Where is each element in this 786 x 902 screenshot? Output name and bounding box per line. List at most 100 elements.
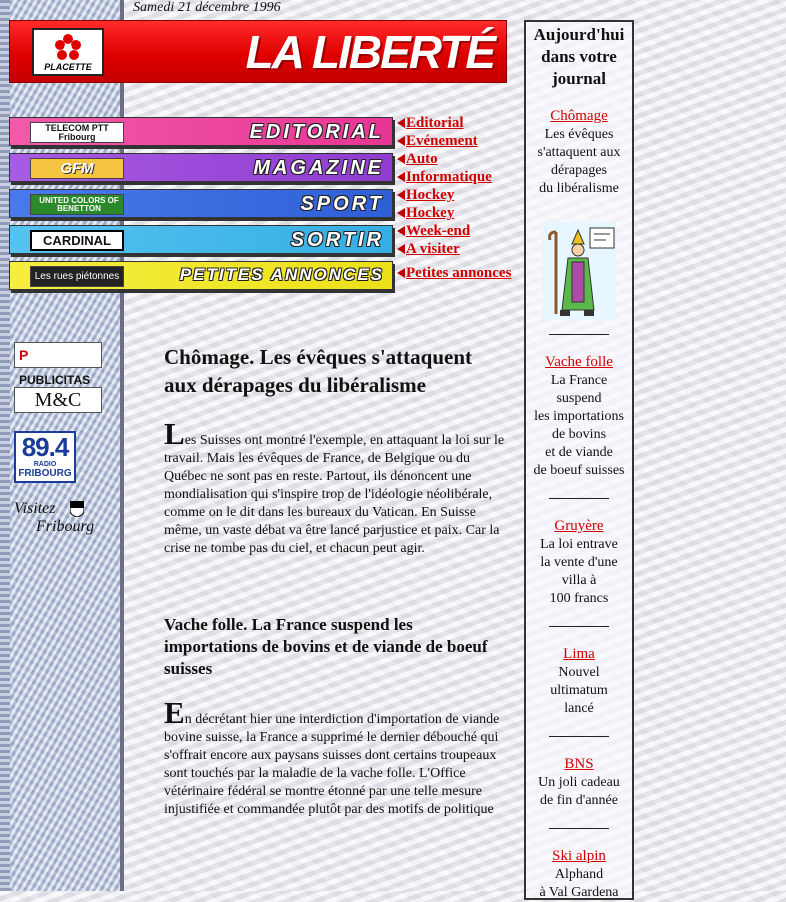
sidebar-line: Un joli cadeau bbox=[538, 775, 620, 790]
article-2-title[interactable]: Vache folle. La France suspend les impor… bbox=[164, 614, 508, 680]
cardinal-sponsor-logo[interactable]: CARDINAL bbox=[30, 230, 124, 251]
sidebar-line: villa à bbox=[561, 573, 597, 588]
sidebar-line: la vente d'une bbox=[540, 555, 618, 570]
section-links-magazine: Auto Informatique bbox=[397, 150, 492, 186]
link-editorial[interactable]: Editorial bbox=[406, 115, 464, 131]
section-petites-annonces: Les rues piétonnes PETITES ANNONCES Peti… bbox=[9, 258, 529, 294]
article-2-body: En décrétant hier une interdiction d'imp… bbox=[164, 697, 508, 819]
sidebar-item-chomage: Chômage Les évêques s'attaquent aux déra… bbox=[526, 107, 632, 198]
sidebar-line: Les évêques bbox=[544, 127, 614, 142]
gfm-sponsor-logo[interactable]: GFM bbox=[30, 158, 124, 179]
mc-logo[interactable]: M&C bbox=[14, 387, 102, 413]
sidebar-divider bbox=[549, 828, 609, 829]
article-2-dropcap: E bbox=[164, 695, 185, 730]
publicitas-label: PUBLICITAS bbox=[19, 373, 91, 387]
section-label-petites-annonces: PETITES ANNONCES bbox=[179, 265, 384, 284]
sidebar-line: ultimatum bbox=[550, 683, 608, 698]
link-hockey-1[interactable]: Hockey bbox=[406, 187, 454, 203]
main-content: Chômage. Les évêques s'attaquent aux dér… bbox=[164, 343, 508, 819]
article-1-title[interactable]: Chômage. Les évêques s'attaquent aux dér… bbox=[164, 343, 508, 399]
link-auto[interactable]: Auto bbox=[406, 151, 438, 167]
article-1-body: Les Suisses ont montré l'exemple, en att… bbox=[164, 418, 508, 558]
masthead-banner[interactable]: PLACETTE LA LIBERTÉ bbox=[9, 20, 507, 83]
fribourg-shield-icon bbox=[70, 501, 84, 517]
sidebar-divider bbox=[549, 736, 609, 737]
fribourg-label: Fribourg bbox=[36, 518, 95, 535]
radio-name: FRIBOURG bbox=[18, 468, 72, 479]
section-magazine: GFM MAGAZINE Auto Informatique bbox=[9, 150, 529, 186]
article-2-text: n décrétant hier une interdiction d'impo… bbox=[164, 712, 500, 817]
today-sidebar: Aujourd'hui dans votre journal Chômage L… bbox=[524, 20, 634, 900]
sidebar-line: Alphand bbox=[554, 867, 604, 882]
section-bar-sortir[interactable]: CARDINAL SORTIR bbox=[9, 225, 393, 254]
sidebar-line: La France bbox=[550, 373, 608, 388]
benetton-sponsor-logo[interactable]: UNITED COLORS OF BENETTON bbox=[30, 194, 124, 215]
sidebar-item-bns: BNS Un joli cadeau de fin d'année bbox=[526, 755, 632, 810]
section-bar-editorial[interactable]: TELECOM PTT Fribourg EDITORIAL bbox=[9, 117, 393, 146]
section-bar-petites-annonces[interactable]: Les rues piétonnes PETITES ANNONCES bbox=[9, 261, 393, 290]
visitez-fribourg-logo[interactable]: Visitez Fribourg bbox=[14, 500, 102, 540]
sidebar-title: Aujourd'hui dans votre journal bbox=[533, 25, 625, 88]
sidebar-divider bbox=[549, 334, 609, 335]
section-links-sport: Hockey Hockey bbox=[397, 186, 454, 222]
sidebar-item-gruyere: Gruyère La loi entrave la vente d'une vi… bbox=[526, 517, 632, 608]
radio-tag: RADIO bbox=[33, 461, 57, 468]
link-a-visiter[interactable]: A visiter bbox=[406, 241, 460, 257]
sidebar-link-lima[interactable]: Lima bbox=[563, 646, 595, 662]
sidebar-line: du libéralisme bbox=[539, 181, 619, 196]
placette-flower-icon bbox=[55, 34, 81, 60]
section-bar-sport[interactable]: UNITED COLORS OF BENETTON SPORT bbox=[9, 189, 393, 218]
link-week-end[interactable]: Week-end bbox=[406, 223, 470, 239]
article-1-text: es Suisses ont montré l'exemple, en atta… bbox=[164, 433, 505, 556]
rues-pietonnes-sponsor-logo[interactable]: Les rues piétonnes bbox=[30, 266, 124, 287]
sidebar-line: de fin d'année bbox=[540, 793, 618, 808]
sidebar-line: 100 francs bbox=[549, 591, 609, 606]
sidebar-line: La loi entrave bbox=[540, 537, 618, 552]
sidebar-divider bbox=[549, 626, 609, 627]
link-informatique[interactable]: Informatique bbox=[406, 169, 492, 185]
sidebar-link-vache-folle[interactable]: Vache folle bbox=[545, 354, 613, 370]
masthead-title: LA LIBERTÉ bbox=[245, 26, 496, 78]
radio-frequency: 89.4 bbox=[21, 432, 70, 462]
publicitas-p-icon: P bbox=[19, 347, 29, 363]
sidebar-line: à Val Gardena bbox=[539, 885, 619, 900]
sidebar-line: suspend bbox=[556, 391, 602, 406]
link-petites-annonces[interactable]: Petites annonces bbox=[406, 265, 511, 281]
sidebar-divider bbox=[549, 498, 609, 499]
sidebar-line: de boeuf suisses bbox=[533, 463, 625, 478]
sidebar-line: de bovins bbox=[551, 427, 607, 442]
issue-date: Samedi 21 décembre 1996 bbox=[133, 0, 281, 15]
telecom-sponsor-logo[interactable]: TELECOM PTT Fribourg bbox=[30, 122, 124, 143]
publicitas-logo[interactable]: P PUBLICITAS bbox=[14, 342, 102, 387]
section-label-sport: SPORT bbox=[300, 193, 384, 215]
section-sport: UNITED COLORS OF BENETTON SPORT Hockey H… bbox=[9, 186, 529, 222]
sidebar-link-ski-alpin[interactable]: Ski alpin bbox=[552, 848, 606, 864]
sidebar-link-gruyere[interactable]: Gruyère bbox=[554, 518, 603, 534]
sidebar-line: Nouvel bbox=[558, 665, 600, 680]
sidebar-item-lima: Lima Nouvel ultimatum lancé bbox=[526, 645, 632, 718]
sidebar-link-bns[interactable]: BNS bbox=[564, 756, 593, 772]
section-bar-magazine[interactable]: GFM MAGAZINE bbox=[9, 153, 393, 182]
section-links-sortir: Week-end A visiter bbox=[397, 222, 470, 258]
sidebar-link-chomage[interactable]: Chômage bbox=[550, 108, 608, 124]
link-hockey-2[interactable]: Hockey bbox=[406, 205, 454, 221]
sidebar-line: les importations bbox=[534, 409, 624, 424]
bishop-cartoon-image[interactable] bbox=[542, 222, 616, 320]
sidebar-line: s'attaquent aux bbox=[537, 145, 621, 160]
placette-logo[interactable]: PLACETTE bbox=[32, 28, 104, 76]
sidebar-item-ski-alpin: Ski alpin Alphand à Val Gardena bbox=[526, 847, 632, 902]
sidebar-item-vache-folle: Vache folle La France suspend les import… bbox=[526, 353, 632, 480]
placette-label: PLACETTE bbox=[44, 62, 92, 72]
section-label-magazine: MAGAZINE bbox=[253, 157, 384, 179]
section-sortir: CARDINAL SORTIR Week-end A visiter bbox=[9, 222, 529, 258]
sidebar-line: lancé bbox=[564, 701, 594, 716]
radio-fribourg-logo[interactable]: 89.4 RADIO FRIBOURG bbox=[14, 431, 76, 483]
visitez-label: Visitez bbox=[14, 500, 56, 517]
sidebar-line: et de viande bbox=[545, 445, 613, 460]
link-evenement[interactable]: Evénement bbox=[406, 133, 478, 149]
section-label-sortir: SORTIR bbox=[290, 229, 384, 251]
section-links-petites-annonces: Petites annonces bbox=[397, 264, 511, 282]
sidebar-line: dérapages bbox=[551, 163, 607, 178]
section-label-editorial: EDITORIAL bbox=[249, 121, 384, 143]
section-links-editorial: Editorial Evénement bbox=[397, 114, 478, 150]
